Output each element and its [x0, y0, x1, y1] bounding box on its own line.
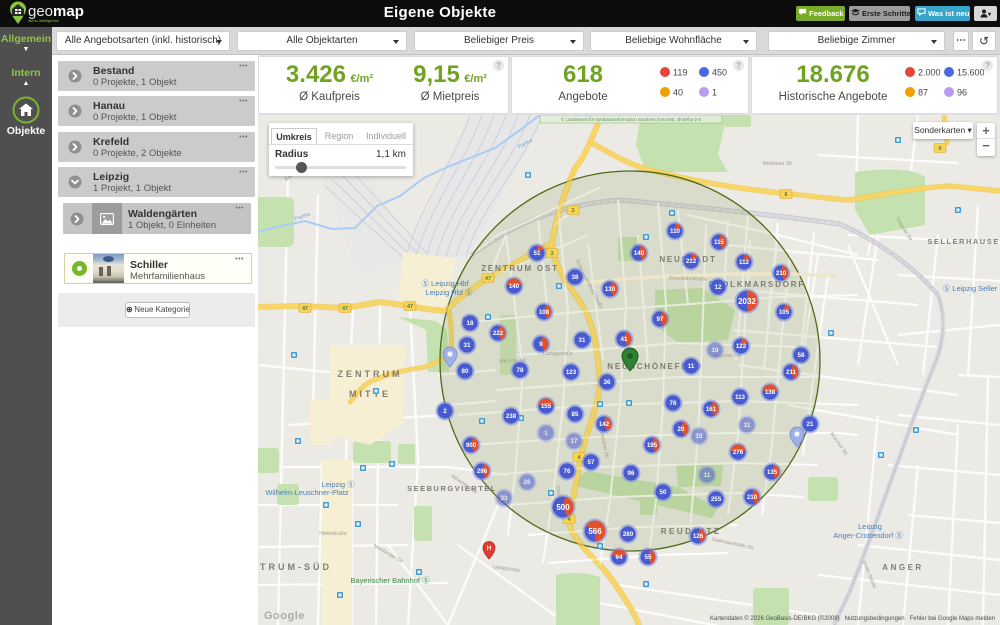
svg-text:31: 31	[579, 337, 586, 344]
svg-text:76: 76	[564, 468, 571, 475]
svg-text:2: 2	[443, 408, 447, 415]
svg-text:108: 108	[539, 309, 550, 316]
svg-text:VOLKMARSDORF: VOLKMARSDORF	[715, 280, 805, 289]
svg-text:12: 12	[715, 284, 722, 291]
svg-text:566: 566	[588, 527, 602, 536]
svg-text:126: 126	[693, 533, 704, 540]
svg-text:280: 280	[623, 531, 634, 538]
svg-text:31: 31	[464, 342, 471, 349]
svg-text:11: 11	[688, 363, 695, 370]
svg-text:110: 110	[670, 228, 681, 235]
svg-text:Härtelstraße: Härtelstraße	[319, 531, 347, 537]
svg-text:500: 500	[556, 503, 570, 512]
svg-text:105: 105	[779, 309, 790, 316]
svg-text:238: 238	[506, 413, 517, 420]
svg-text:6: 6	[938, 146, 941, 152]
svg-text:51: 51	[534, 250, 541, 257]
svg-text:Ⓢ Leipzig Seller: Ⓢ Leipzig Seller	[943, 284, 998, 293]
svg-text:57: 57	[588, 459, 595, 466]
svg-text:296: 296	[477, 468, 488, 475]
svg-text:96: 96	[628, 470, 635, 477]
svg-text:ZENTRUM OST: ZENTRUM OST	[481, 264, 559, 273]
svg-text:21: 21	[807, 421, 814, 428]
svg-text:ANGER: ANGER	[882, 563, 923, 572]
svg-text:122: 122	[736, 343, 747, 350]
svg-text:Ⓢ Leipzig Hbf: Ⓢ Leipzig Hbf	[421, 279, 469, 288]
svg-text:195: 195	[647, 442, 658, 449]
svg-text:20: 20	[678, 426, 685, 433]
svg-text:222: 222	[493, 330, 504, 337]
svg-text:123: 123	[566, 369, 577, 376]
svg-text:Leipzig Hbf Ⓢ: Leipzig Hbf Ⓢ	[425, 288, 473, 297]
svg-text:112: 112	[739, 259, 750, 266]
svg-text:113: 113	[735, 394, 746, 401]
svg-text:11: 11	[744, 422, 751, 429]
svg-text:36: 36	[604, 379, 611, 386]
svg-text:Mockauer Str.: Mockauer Str.	[763, 161, 794, 167]
svg-text:80: 80	[462, 368, 469, 375]
svg-text:SEEBURGVIERTEL: SEEBURGVIERTEL	[407, 484, 497, 493]
svg-text:18: 18	[467, 320, 474, 327]
svg-text:Ludwigstraße: Ludwigstraße	[543, 351, 573, 357]
svg-text:85: 85	[572, 411, 579, 418]
svg-text:6: 6	[784, 192, 787, 198]
svg-text:161: 161	[706, 406, 717, 413]
svg-text:255: 255	[711, 496, 722, 503]
svg-text:76: 76	[670, 400, 677, 407]
svg-text:1: 1	[544, 430, 548, 437]
svg-text:19: 19	[712, 347, 719, 354]
svg-text:58: 58	[798, 352, 805, 359]
svg-text:9: 9	[539, 341, 543, 348]
svg-text:ZENTRUM: ZENTRUM	[338, 369, 403, 379]
svg-text:33: 33	[501, 495, 508, 502]
svg-text:138: 138	[765, 389, 776, 396]
svg-text:Bayerischer Bahnhof Ⓢ: Bayerischer Bahnhof Ⓢ	[350, 576, 430, 585]
svg-text:140: 140	[634, 250, 645, 257]
svg-text:3: 3	[571, 208, 574, 214]
svg-text:276: 276	[733, 449, 744, 456]
svg-text:SELLERHAUSEN: SELLERHAUSEN	[927, 237, 1000, 246]
svg-text:3: 3	[550, 251, 553, 257]
svg-text:38: 38	[572, 274, 579, 281]
svg-text:Leipzig: Leipzig	[858, 522, 882, 531]
svg-text:47: 47	[302, 306, 308, 312]
svg-text:15: 15	[696, 433, 703, 440]
svg-text:130: 130	[605, 286, 616, 293]
svg-text:Wilhelm-Leuschner-Platz: Wilhelm-Leuschner-Platz	[265, 488, 349, 497]
svg-text:115: 115	[714, 239, 725, 246]
svg-text:MITTE: MITTE	[349, 389, 391, 399]
svg-text:50: 50	[660, 489, 667, 496]
svg-text:© Landesamt für Geobasisinform: © Landesamt für Geobasisinformation Sach…	[561, 116, 702, 122]
svg-text:17: 17	[571, 438, 578, 445]
svg-text:26: 26	[524, 479, 531, 486]
svg-text:TRUM-SÜD: TRUM-SÜD	[260, 562, 332, 572]
svg-text:140: 140	[509, 283, 520, 290]
svg-text:47: 47	[342, 306, 348, 312]
svg-text:Anger-Crottendorf Ⓢ: Anger-Crottendorf Ⓢ	[833, 531, 903, 540]
svg-text:2032: 2032	[738, 297, 756, 306]
svg-text:78: 78	[517, 367, 524, 374]
svg-text:210: 210	[776, 270, 787, 277]
svg-text:211: 211	[786, 369, 797, 376]
svg-text:212: 212	[686, 258, 697, 265]
svg-text:210: 210	[747, 494, 758, 501]
svg-text:47: 47	[485, 276, 491, 282]
svg-text:11: 11	[704, 472, 711, 479]
svg-text:135: 135	[767, 469, 778, 476]
svg-text:55: 55	[645, 554, 652, 561]
svg-text:41: 41	[621, 336, 628, 343]
svg-text:97: 97	[657, 316, 664, 323]
svg-text:H: H	[487, 545, 492, 552]
svg-text:Leipzig Ⓢ: Leipzig Ⓢ	[321, 480, 355, 489]
svg-text:155: 155	[541, 403, 552, 410]
svg-text:64: 64	[616, 554, 623, 561]
svg-text:142: 142	[599, 421, 610, 428]
svg-text:900: 900	[466, 442, 477, 449]
svg-text:47: 47	[407, 304, 413, 310]
